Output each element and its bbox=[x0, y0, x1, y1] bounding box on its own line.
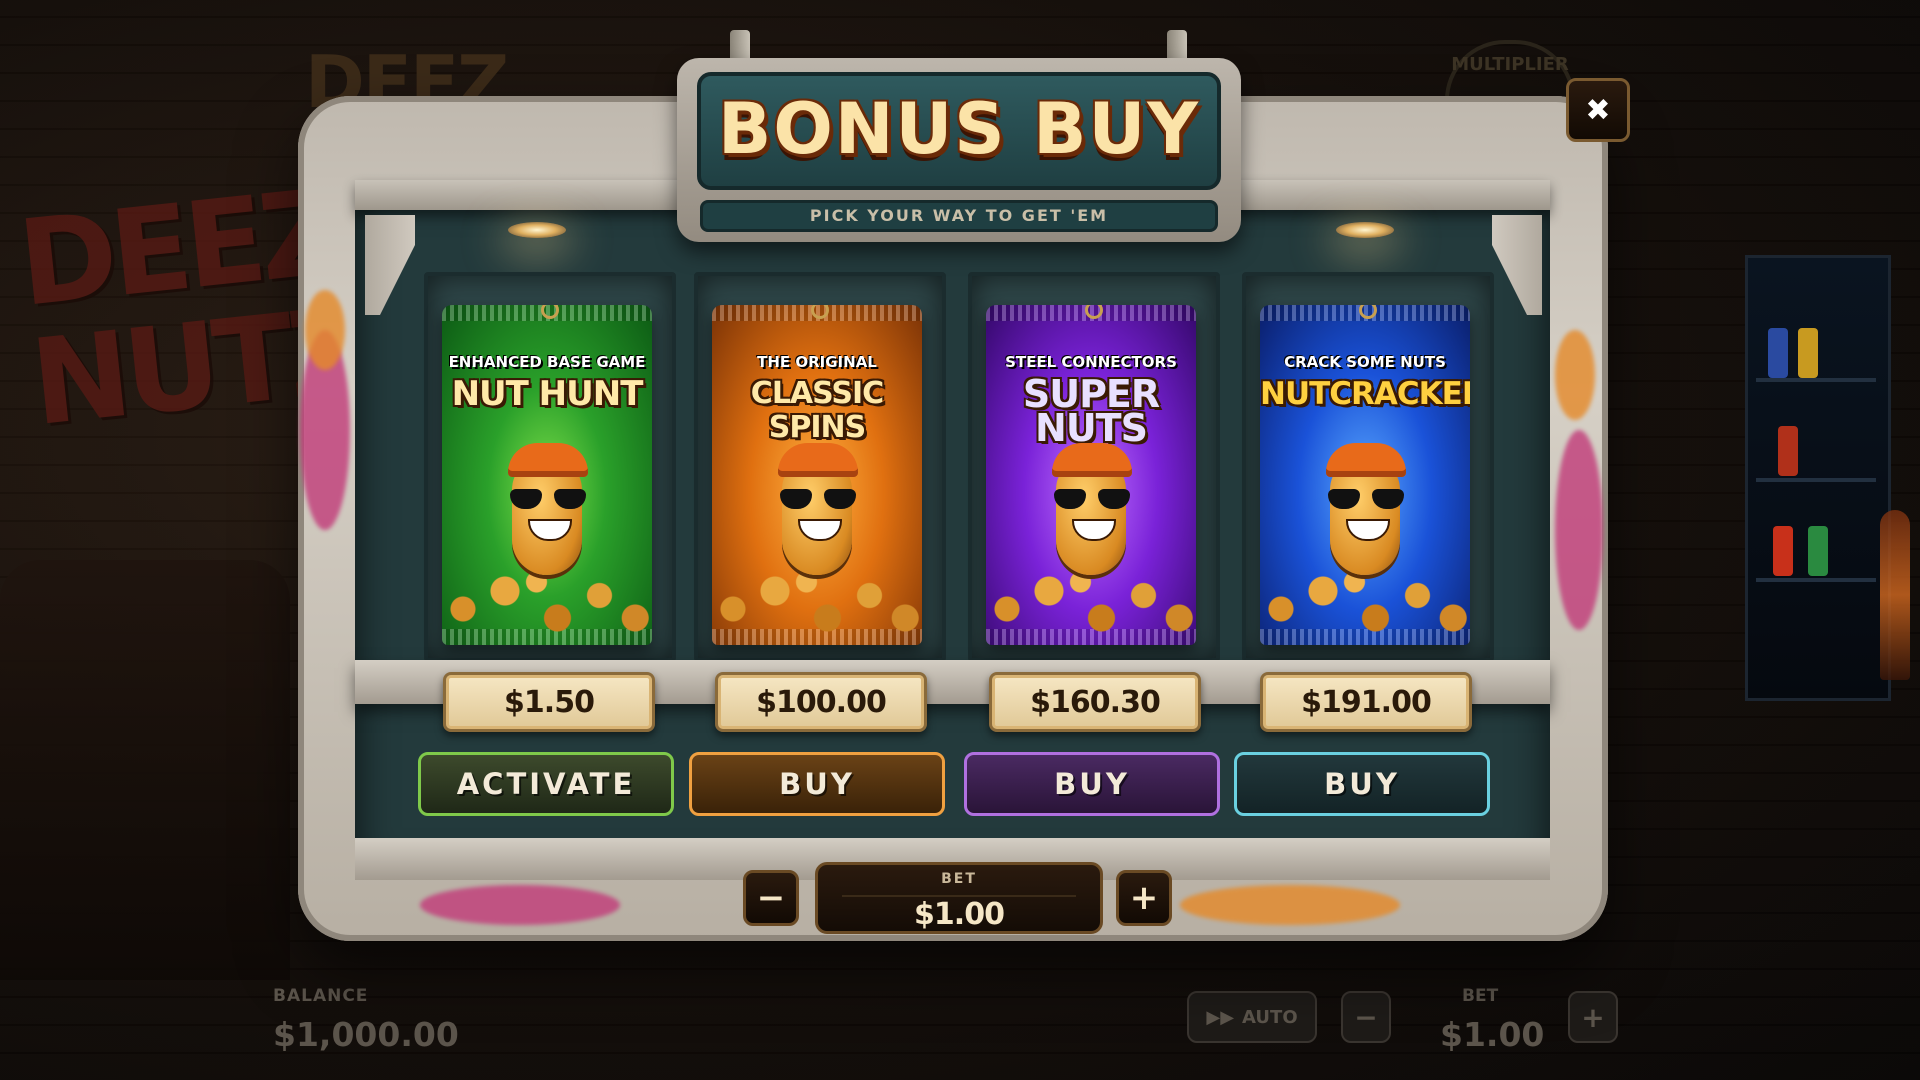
ceiling-light bbox=[508, 222, 566, 238]
auto-label: AUTO bbox=[1242, 1006, 1298, 1028]
sunglasses-icon bbox=[1328, 489, 1404, 509]
pack-title: NUT HUNT bbox=[451, 374, 644, 414]
hud-bet-increase-button[interactable]: + bbox=[1568, 991, 1618, 1043]
bet-label: BET bbox=[941, 871, 977, 887]
nutcracker-pack[interactable]: CRACK SOME NUTS NUTCRACKER bbox=[1260, 305, 1470, 645]
hud-bet-label: BET bbox=[1462, 986, 1499, 1006]
cap-icon bbox=[778, 443, 858, 477]
paint-splat bbox=[420, 885, 620, 925]
paint-splat bbox=[305, 290, 345, 370]
activate-nut-hunt-button[interactable]: ACTIVATE bbox=[418, 752, 674, 816]
hud-bet-value: $1.00 bbox=[1440, 1015, 1545, 1054]
pack-subtitle: STEEL CONNECTORS bbox=[1005, 353, 1177, 371]
drinks-fridge bbox=[1745, 255, 1891, 701]
bet-value: $1.00 bbox=[914, 897, 1005, 932]
page-subtitle: PICK YOUR WAY TO GET 'EM bbox=[809, 206, 1109, 225]
cap-icon bbox=[508, 443, 588, 477]
pack-subtitle: ENHANCED BASE GAME bbox=[448, 353, 646, 371]
pack-title: CLASSIC SPINS bbox=[750, 376, 884, 445]
lava-lamp bbox=[1880, 510, 1910, 680]
bet-display: BET $1.00 bbox=[815, 862, 1103, 934]
pack-title: SUPER NUTS bbox=[1022, 372, 1160, 450]
buy-super-nuts-button[interactable]: BUY bbox=[964, 752, 1220, 816]
sunglasses-icon bbox=[510, 489, 586, 509]
balance-label: BALANCE bbox=[273, 986, 369, 1006]
paint-splat bbox=[1180, 885, 1400, 925]
paint-splat bbox=[1555, 330, 1595, 420]
close-icon: ✖ bbox=[1585, 92, 1611, 128]
balance-value: $1,000.00 bbox=[273, 1015, 459, 1054]
super-nuts-pack[interactable]: STEEL CONNECTORS SUPER NUTS bbox=[986, 305, 1196, 645]
buy-classic-spins-button[interactable]: BUY bbox=[689, 752, 945, 816]
cap-icon bbox=[1326, 443, 1406, 477]
bet-increase-button[interactable]: + bbox=[1116, 870, 1172, 926]
page-title: BONUS BUY bbox=[718, 88, 1200, 170]
fast-forward-icon: ▶▶ bbox=[1206, 1006, 1235, 1028]
pack-subtitle: CRACK SOME NUTS bbox=[1284, 353, 1446, 371]
sofa bbox=[0, 560, 290, 980]
bet-decrease-button[interactable]: − bbox=[743, 870, 799, 926]
sunglasses-icon bbox=[1054, 489, 1130, 509]
pack-subtitle: THE ORIGINAL bbox=[757, 353, 877, 371]
price-tag-nut-hunt: $1.50 bbox=[443, 672, 655, 732]
price-tag-nutcracker: $191.00 bbox=[1260, 672, 1472, 732]
price-tag-classic-spins: $100.00 bbox=[715, 672, 927, 732]
pack-title: NUTCRACKER bbox=[1260, 376, 1470, 412]
sunglasses-icon bbox=[780, 489, 856, 509]
hud-bet-decrease-button[interactable]: − bbox=[1341, 991, 1391, 1043]
close-button[interactable]: ✖ bbox=[1566, 78, 1630, 142]
classic-spins-pack[interactable]: THE ORIGINAL CLASSIC SPINS bbox=[712, 305, 922, 645]
cap-icon bbox=[1052, 443, 1132, 477]
buy-nutcracker-button[interactable]: BUY bbox=[1234, 752, 1490, 816]
price-tag-super-nuts: $160.30 bbox=[989, 672, 1201, 732]
graffiti-text: DEEZ NUTZ bbox=[12, 162, 375, 453]
auto-button[interactable]: ▶▶ AUTO bbox=[1187, 991, 1317, 1043]
nut-hunt-pack[interactable]: ENHANCED BASE GAME NUT HUNT bbox=[442, 305, 652, 645]
paint-splat bbox=[1555, 430, 1603, 630]
ceiling-light bbox=[1336, 222, 1394, 238]
